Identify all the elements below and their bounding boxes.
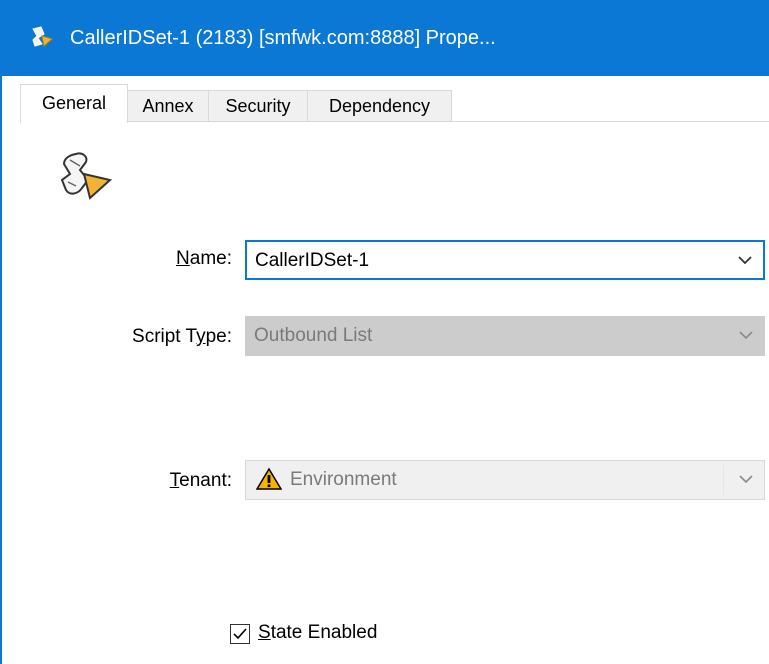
script-type-label-a: Script T — [132, 326, 197, 347]
tab-general[interactable]: General — [20, 84, 128, 123]
tab-security[interactable]: Security — [208, 90, 308, 122]
tab-annex[interactable]: Annex — [127, 90, 209, 122]
state-enabled-checkbox[interactable] — [230, 624, 250, 644]
name-combobox[interactable]: CallerIDSet-1 — [245, 240, 765, 280]
tenant-label-access-key: T — [169, 470, 180, 491]
state-enabled-label[interactable]: State Enabled — [258, 622, 377, 644]
chevron-down-icon[interactable] — [737, 253, 753, 267]
checkmark-icon — [233, 628, 247, 640]
tab-general-label: General — [41, 93, 107, 113]
tab-strip: General Annex Security Dependency — [20, 84, 769, 123]
script-icon — [60, 152, 113, 200]
script-type-label-access-key: y — [196, 326, 206, 347]
name-label-text: ame: — [189, 248, 232, 269]
window-left-border — [0, 76, 2, 664]
chevron-down-icon — [739, 475, 753, 484]
tenant-combobox: Environment — [245, 460, 765, 500]
name-label: Name: — [150, 248, 232, 270]
name-label-access-key: N — [176, 248, 190, 269]
chevron-down-icon — [739, 331, 753, 340]
state-enabled-access-key: S — [258, 622, 271, 643]
script-icon — [32, 26, 54, 47]
tab-annex-label: Annex — [142, 96, 194, 116]
tenant-label: Tenant: — [150, 470, 232, 492]
tenant-divider — [723, 465, 724, 495]
script-type-value: Outbound List — [254, 325, 373, 346]
title-bar: CallerIDSet-1 (2183) [smfwk.com:8888] Pr… — [0, 0, 769, 76]
window-title: CallerIDSet-1 (2183) [smfwk.com:8888] Pr… — [70, 27, 496, 49]
script-type-label-b: pe: — [205, 326, 232, 347]
script-type-label: Script Type: — [100, 326, 232, 348]
state-enabled-label-text: tate Enabled — [270, 622, 378, 643]
tab-divider — [20, 121, 769, 122]
tenant-value: Environment — [290, 469, 397, 490]
tab-dependency-label: Dependency — [328, 96, 431, 116]
tab-security-label: Security — [225, 96, 291, 116]
name-value: CallerIDSet-1 — [255, 250, 370, 271]
tab-dependency[interactable]: Dependency — [307, 90, 452, 122]
warning-icon — [256, 467, 282, 490]
tenant-label-text: enant: — [179, 470, 232, 491]
script-type-combobox: Outbound List — [245, 316, 765, 356]
